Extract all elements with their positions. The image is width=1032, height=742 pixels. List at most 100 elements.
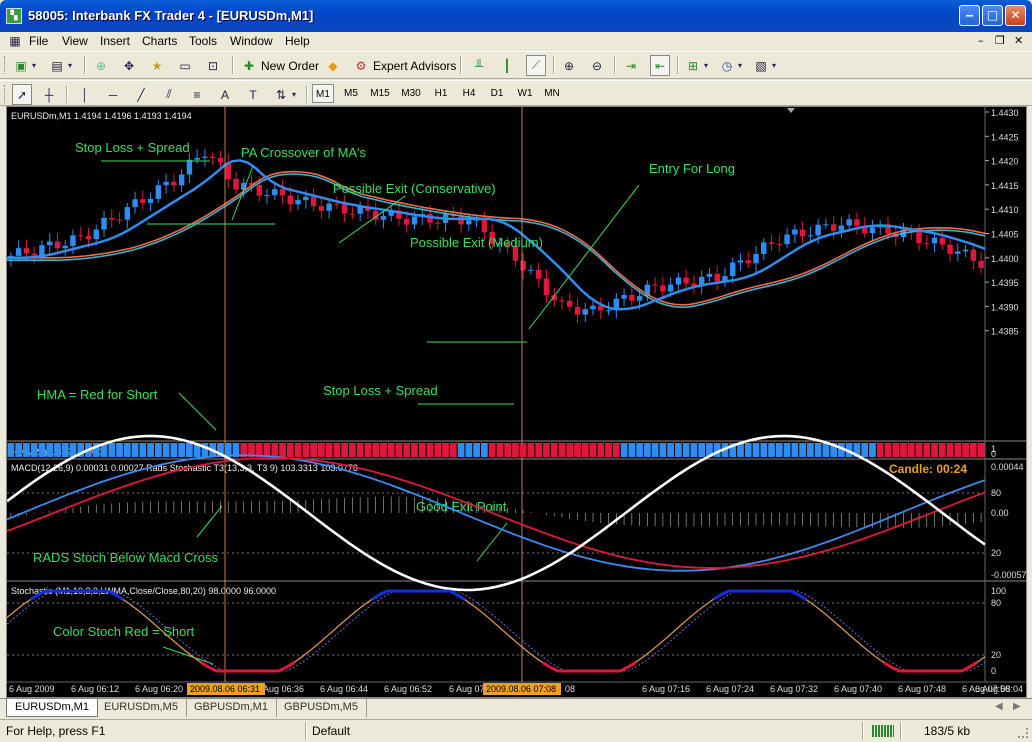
chart-canvas[interactable]: 1.4430 1.4425 1.4420 1.4415 1.4410 1.4405 1.44…: [6, 107, 1027, 697]
candle-body: [924, 243, 930, 245]
hma-color-bar: [54, 443, 61, 457]
chart-window[interactable]: 1.4430 1.4425 1.4420 1.4415 1.4410 1.4405 1.44…: [6, 106, 1027, 698]
mdi-close-button[interactable]: ✕: [1014, 34, 1023, 47]
candle-body: [295, 200, 301, 205]
toolbar-grip[interactable]: [4, 85, 7, 103]
profiles-button[interactable]: ▤ ▾: [48, 55, 74, 76]
data-window-button[interactable]: ✥: [120, 55, 138, 76]
tab-scroll-left-icon[interactable]: ◀: [995, 701, 1003, 712]
period-d1-button[interactable]: D1: [486, 84, 508, 103]
terminal-button[interactable]: ▭: [176, 55, 194, 76]
mdi-restore-button[interactable]: ❐: [995, 34, 1005, 47]
trendline-button[interactable]: ╱: [132, 84, 150, 105]
tab-eurusdm-m5[interactable]: EURUSDm,M5: [96, 699, 187, 717]
connection-bars-icon: [872, 725, 894, 737]
hma-color-bar: [566, 443, 574, 457]
tab-gbpusdm-m5[interactable]: GBPUSDm,M5: [276, 699, 367, 717]
dropdown-arrow-icon: ▾: [67, 61, 72, 70]
new-chart-button[interactable]: ▣ ▾: [12, 55, 38, 76]
zoom-in-button[interactable]: ⊕: [560, 55, 578, 76]
time-axis-label: 6 Aug 07:24: [706, 684, 754, 694]
candle-body: [411, 216, 418, 225]
text-button[interactable]: A: [216, 84, 234, 105]
hma-color-bar: [558, 443, 566, 457]
chart-window-icon[interactable]: ▦: [6, 33, 24, 49]
cursor-button[interactable]: ➚: [12, 84, 32, 105]
market-watch-button[interactable]: ⊕: [92, 55, 110, 76]
tab-gbpusdm-m1[interactable]: GBPUSDm,M1: [186, 699, 277, 717]
candle-body: [978, 260, 984, 268]
period-m30-button[interactable]: M30: [398, 84, 424, 103]
arrows-button[interactable]: ⇅ ▾: [272, 84, 298, 105]
candle-body: [93, 229, 99, 240]
period-h4-button[interactable]: H4: [458, 84, 480, 103]
stochastic-high-segment: [797, 593, 808, 602]
period-h1-button[interactable]: H1: [430, 84, 452, 103]
candle-body: [559, 300, 565, 302]
macd-axis-label: -0.00057: [991, 570, 1026, 580]
strategy-tester-button[interactable]: ⊡: [204, 55, 222, 76]
cursor-icon: ➚: [16, 87, 28, 102]
indicators-button[interactable]: ⊞ ▾: [684, 55, 710, 76]
menu-help[interactable]: Help: [285, 34, 310, 48]
hma-color-bar: [869, 443, 876, 457]
navigator-button[interactable]: ★: [148, 55, 166, 76]
vertical-line-icon: │: [81, 87, 89, 102]
menu-insert[interactable]: Insert: [100, 34, 130, 48]
close-button[interactable]: ✕: [1005, 5, 1026, 26]
line-chart-button[interactable]: ⟋: [526, 55, 546, 76]
candle-body: [582, 309, 588, 315]
period-m5-button[interactable]: M5: [340, 84, 362, 103]
period-m15-button[interactable]: M15: [367, 84, 393, 103]
chart-shift-button[interactable]: ⇤: [650, 55, 670, 76]
resize-grip-icon[interactable]: [1018, 728, 1028, 738]
candle-body: [799, 229, 806, 237]
period-w1-button[interactable]: W1: [514, 84, 536, 103]
period-mn-button[interactable]: MN: [540, 84, 564, 103]
equidistant-channel-button[interactable]: ⫽: [160, 84, 178, 105]
menu-charts[interactable]: Charts: [142, 34, 177, 48]
candle-body: [962, 249, 969, 252]
candle-body: [730, 262, 736, 277]
hma-color-bar: [962, 443, 969, 457]
toolbar-grip[interactable]: [4, 56, 7, 74]
periods-button[interactable]: ◷ ▾: [718, 55, 744, 76]
new-order-button[interactable]: ✚ New Order: [240, 55, 319, 76]
tab-scroll-right-icon[interactable]: ▶: [1013, 701, 1021, 712]
bar-chart-button[interactable]: ╨: [470, 55, 488, 76]
maximize-button[interactable]: □: [982, 5, 1003, 26]
menu-file[interactable]: File: [29, 34, 48, 48]
period-m1-button[interactable]: M1: [312, 84, 334, 103]
horizontal-line-button[interactable]: ─: [104, 84, 122, 105]
menu-view[interactable]: View: [62, 34, 88, 48]
minimize-button[interactable]: ‒: [959, 5, 980, 26]
menu-window[interactable]: Window: [230, 34, 273, 48]
fibonacci-icon: ≡: [193, 87, 201, 102]
price-axis-label: 1.4395: [991, 278, 1019, 288]
zoom-out-button[interactable]: ⊖: [588, 55, 606, 76]
menu-tools[interactable]: Tools: [189, 34, 217, 48]
metaeditor-button[interactable]: ◆: [324, 55, 342, 76]
price-axis-label: 1.4390: [991, 302, 1019, 312]
candle-body: [846, 219, 852, 226]
stoch-axis-label: 100: [991, 586, 1006, 596]
templates-button[interactable]: ▧ ▾: [752, 55, 778, 76]
stochastic-low-segment: [541, 661, 552, 669]
hma-color-bar: [752, 443, 760, 457]
title-bar[interactable]: ▚ 58005: Interbank FX Trader 4 - [EURUSD…: [0, 0, 1032, 32]
candlestick-icon: ┃: [503, 58, 511, 73]
annotation-entry-long: Entry For Long: [649, 161, 735, 176]
mdi-minimize-button[interactable]: –: [978, 34, 984, 47]
tab-eurusdm-m1[interactable]: EURUSDm,M1: [6, 699, 98, 717]
stochastic-low-segment: [891, 666, 901, 673]
fibonacci-button[interactable]: ≡: [188, 84, 206, 105]
auto-scroll-button[interactable]: ⇥: [622, 55, 640, 76]
crosshair-button[interactable]: ┼: [40, 84, 58, 105]
candlestick-button[interactable]: ┃: [498, 55, 516, 76]
macd-axis-label: 80: [991, 488, 1001, 498]
hma-color-bar: [519, 443, 527, 457]
expert-advisors-button[interactable]: ⚙ Expert Advisors: [352, 55, 457, 76]
profile-status: Default: [312, 724, 351, 738]
vertical-line-button[interactable]: │: [76, 84, 94, 105]
text-label-button[interactable]: T: [244, 84, 262, 105]
